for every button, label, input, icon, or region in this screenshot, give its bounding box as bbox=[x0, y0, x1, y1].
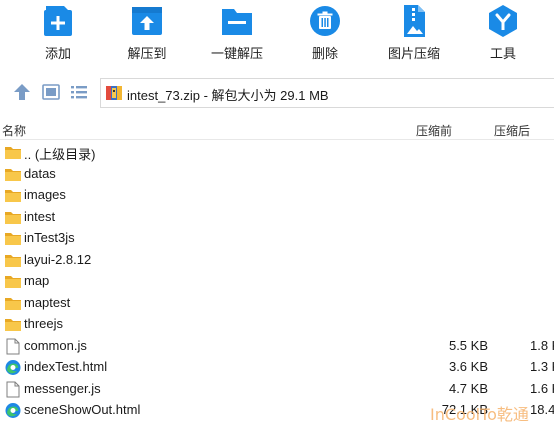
folder-icon bbox=[5, 211, 21, 224]
column-after-header[interactable]: 压缩后 bbox=[494, 122, 530, 139]
folder-icon bbox=[5, 147, 21, 159]
folder-row[interactable]: intest bbox=[0, 207, 554, 228]
size-after: 1.6 K bbox=[530, 380, 554, 396]
tools-icon bbox=[489, 5, 517, 37]
file-name: common.js bbox=[24, 337, 87, 353]
size-after: 1.3 K bbox=[530, 359, 554, 374]
delete-label: 删除 bbox=[311, 46, 338, 61]
thumbnail-view-icon[interactable] bbox=[40, 81, 62, 103]
archive-info: intest_73.zip - 解包大小为 29.1 MB bbox=[127, 88, 329, 103]
add-button[interactable]: 添加 bbox=[13, 0, 103, 68]
file-name: map bbox=[24, 273, 50, 288]
file-name: datas bbox=[24, 165, 56, 181]
address-field[interactable]: intest_73.zip - 解包大小为 29.1 MB bbox=[100, 78, 554, 108]
edge-browser-icon bbox=[5, 360, 21, 375]
folder-row[interactable]: datas bbox=[0, 164, 554, 185]
add-icon bbox=[44, 6, 72, 36]
folder-icon bbox=[5, 319, 21, 331]
file-row[interactable]: common.js 5.5 KB 1.8 K bbox=[0, 336, 554, 357]
one-click-extract-label: 一键解压 bbox=[210, 46, 263, 61]
edge-browser-icon bbox=[5, 403, 21, 418]
folder-row[interactable]: maptest bbox=[0, 293, 554, 314]
folder-row[interactable]: map bbox=[0, 271, 554, 292]
size-before: 5.5 KB bbox=[448, 337, 488, 353]
file-icon bbox=[6, 381, 20, 397]
file-name: messenger.js bbox=[24, 380, 101, 396]
size-after: 18.4 bbox=[530, 402, 554, 417]
address-bar: intest_73.zip - 解包大小为 29.1 MB bbox=[0, 72, 554, 112]
watermark: InCoolTo乾通 bbox=[430, 405, 529, 424]
size-before: 3.6 KB bbox=[448, 359, 488, 374]
file-name: maptest bbox=[24, 294, 71, 310]
folder-icon bbox=[5, 254, 21, 267]
image-compress-label: 图片压缩 bbox=[387, 46, 440, 61]
file-name: sceneShowOut.html bbox=[24, 402, 141, 417]
file-name: inTest3js bbox=[24, 230, 75, 245]
one-click-extract-icon bbox=[222, 9, 252, 35]
size-after: 1.8 K bbox=[530, 337, 554, 353]
folder-row[interactable]: images bbox=[0, 185, 554, 206]
extract-to-button[interactable]: 解压到 bbox=[102, 0, 192, 68]
tools-label: 工具 bbox=[489, 46, 516, 61]
image-compress-icon bbox=[404, 5, 425, 37]
folder-row[interactable]: layui-2.8.12 bbox=[0, 250, 554, 271]
size-before: 4.7 KB bbox=[448, 380, 488, 396]
delete-button[interactable]: 删除 bbox=[280, 0, 370, 68]
zip-archive-icon bbox=[106, 86, 122, 100]
toolbar: 添加 解压到 一键解压 删除 图片压缩 工具 bbox=[0, 0, 554, 68]
folder-icon bbox=[5, 276, 21, 288]
folder-row[interactable]: threejs bbox=[0, 314, 554, 335]
folder-icon bbox=[5, 233, 21, 245]
folder-row[interactable]: inTest3js bbox=[0, 228, 554, 249]
up-arrow-icon[interactable] bbox=[11, 81, 33, 103]
file-name: .. (上级目录) bbox=[24, 147, 96, 162]
column-before-header[interactable]: 压缩前 bbox=[416, 122, 452, 139]
file-icon bbox=[6, 338, 20, 354]
file-row[interactable]: indexTest.html 3.6 KB 1.3 K bbox=[0, 357, 554, 378]
folder-icon bbox=[5, 297, 21, 310]
column-headers: 名称 压缩前 压缩后 bbox=[0, 120, 554, 140]
file-name: intest bbox=[24, 208, 56, 224]
folder-icon bbox=[5, 190, 21, 202]
extract-to-icon bbox=[132, 7, 162, 35]
file-row[interactable]: messenger.js 4.7 KB 1.6 K bbox=[0, 379, 554, 400]
file-name: indexTest.html bbox=[24, 359, 108, 374]
file-name: threejs bbox=[24, 316, 64, 331]
folder-row[interactable]: .. (上级目录) bbox=[0, 142, 554, 163]
folder-icon bbox=[5, 168, 21, 181]
trash-icon bbox=[310, 6, 340, 36]
list-view-icon[interactable] bbox=[68, 81, 90, 103]
column-name-header[interactable]: 名称 bbox=[2, 122, 26, 139]
tools-button[interactable]: 工具 bbox=[458, 0, 548, 68]
file-name: layui-2.8.12 bbox=[24, 251, 92, 267]
one-click-extract-button[interactable]: 一键解压 bbox=[192, 0, 282, 68]
extract-to-label: 解压到 bbox=[127, 46, 167, 61]
file-name: images bbox=[24, 187, 66, 202]
image-compress-button[interactable]: 图片压缩 bbox=[369, 0, 459, 68]
add-label: 添加 bbox=[44, 46, 71, 61]
